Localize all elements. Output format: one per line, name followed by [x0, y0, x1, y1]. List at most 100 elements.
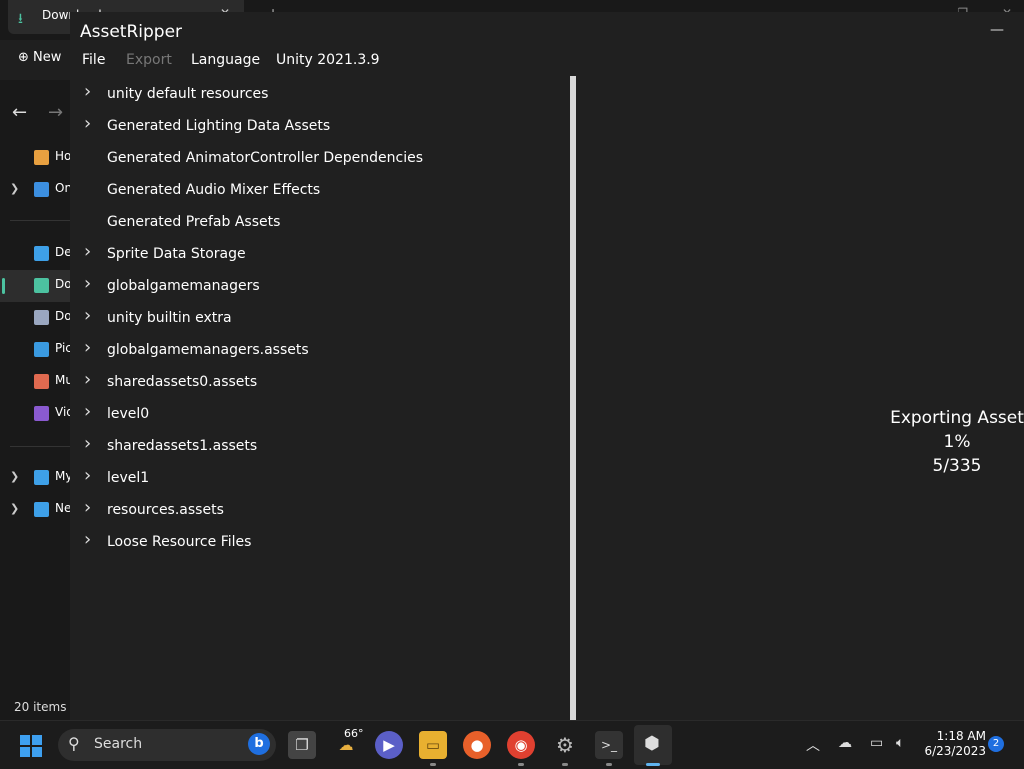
notification-badge[interactable]: 2: [988, 736, 1004, 752]
tree-item-label: resources.assets: [107, 502, 224, 518]
download-icon: [34, 278, 49, 293]
bing-icon[interactable]: b: [248, 733, 270, 755]
tree-item[interactable]: › sharedassets0.assets: [70, 368, 568, 400]
minimize-icon[interactable]: —: [990, 22, 1004, 38]
running-indicator: [562, 763, 568, 766]
teams-chat-icon[interactable]: ▶: [375, 731, 403, 759]
taskbar-search[interactable]: ⚲ Search b: [58, 729, 276, 761]
tree-item[interactable]: › globalgamemanagers.assets: [70, 336, 568, 368]
cloud-icon: [34, 182, 49, 197]
running-indicator: [518, 763, 524, 766]
progress-percent: 1%: [943, 432, 971, 452]
sidebar-item-onedrive[interactable]: ❯ OneDrive: [0, 174, 70, 206]
tree-item[interactable]: › globalgamemanagers: [70, 272, 568, 304]
sidebar-item-label: Music: [55, 373, 70, 387]
sidebar-item-music[interactable]: Music: [0, 366, 70, 398]
sidebar-item-label: Downloads: [55, 277, 70, 291]
sidebar-item-videos[interactable]: Videos: [0, 398, 70, 430]
windows-start-icon[interactable]: [20, 735, 42, 757]
chevron-right-icon[interactable]: ❯: [10, 502, 19, 515]
sidebar-item-documents[interactable]: Documents: [0, 302, 70, 334]
sidebar-item-label: Network: [55, 501, 70, 515]
folder-icon[interactable]: ▭: [419, 731, 447, 759]
chevron-right-icon[interactable]: ›: [84, 369, 91, 390]
sidebar-item-home[interactable]: Home: [0, 142, 70, 174]
network-icon: [34, 502, 49, 517]
tree-item[interactable]: › unity default resources: [70, 80, 568, 112]
chevron-right-icon[interactable]: ›: [84, 465, 91, 486]
menu-export[interactable]: Export: [126, 52, 172, 68]
picture-icon: [34, 342, 49, 357]
chevron-right-icon[interactable]: ›: [84, 241, 91, 262]
clock-time: 1:18 AM: [936, 729, 986, 743]
new-button-label: New: [33, 50, 62, 65]
nav-buttons: ← →: [0, 96, 70, 132]
tree-item[interactable]: › resources.assets: [70, 496, 568, 528]
sidebar-item-label: My PC: [55, 469, 70, 483]
tree-item[interactable]: › level1: [70, 464, 568, 496]
document-icon: [34, 310, 49, 325]
sidebar-item-desktop[interactable]: Desktop: [0, 238, 70, 270]
sidebar-item-label: OneDrive: [55, 181, 70, 195]
chevron-right-icon[interactable]: ›: [84, 273, 91, 294]
chevron-right-icon[interactable]: ›: [84, 497, 91, 518]
forward-icon[interactable]: →: [48, 102, 63, 123]
chevron-right-icon[interactable]: ❯: [10, 182, 19, 195]
tree-item-label: sharedassets1.assets: [107, 438, 258, 454]
tree-item[interactable]: › Loose Resource Files: [70, 528, 568, 560]
tree-item-label: globalgamemanagers: [107, 278, 260, 294]
sidebar-item-mypc[interactable]: ❯ My PC: [0, 462, 70, 494]
tree-item-label: level0: [107, 406, 150, 422]
tree-item[interactable]: › unity builtin extra: [70, 304, 568, 336]
tree-item-label: Generated Prefab Assets: [107, 214, 281, 230]
assetripper-taskbar-button[interactable]: ⬢: [634, 725, 672, 765]
tree-item[interactable]: Generated AnimatorController Dependencie…: [70, 144, 568, 176]
chevron-right-icon[interactable]: ❯: [10, 470, 19, 483]
onedrive-icon[interactable]: ☁: [838, 735, 852, 751]
back-icon[interactable]: ←: [12, 102, 27, 123]
chevron-right-icon[interactable]: ›: [84, 433, 91, 454]
menu-unity-version[interactable]: Unity 2021.3.9: [276, 52, 380, 68]
tree-item[interactable]: Generated Prefab Assets: [70, 208, 568, 240]
running-indicator: [430, 763, 436, 766]
chevron-right-icon[interactable]: ›: [84, 113, 91, 134]
tree-item-label: globalgamemanagers.assets: [107, 342, 309, 358]
chevron-right-icon[interactable]: ›: [84, 529, 91, 550]
chevron-right-icon[interactable]: ›: [84, 401, 91, 422]
chevron-right-icon[interactable]: ›: [84, 81, 91, 102]
chrome-icon[interactable]: ◉: [507, 731, 535, 759]
sidebar-item-label: Desktop: [55, 245, 70, 259]
video-icon: [34, 406, 49, 421]
clock-date: 6/23/2023: [924, 744, 986, 758]
computer-icon: [34, 470, 49, 485]
assetripper-window: AssetRipper — File Export Language Unity…: [70, 12, 1024, 720]
firefox-icon[interactable]: ●: [463, 731, 491, 759]
sidebar-item-label: Home: [55, 149, 70, 163]
tree-item-label: unity default resources: [107, 86, 269, 102]
chevron-up-icon[interactable]: ︿: [806, 735, 820, 755]
chevron-right-icon[interactable]: ›: [84, 305, 91, 326]
tree-item[interactable]: › Generated Lighting Data Assets: [70, 112, 568, 144]
terminal-icon[interactable]: >_: [595, 731, 623, 759]
chevron-right-icon[interactable]: ›: [84, 337, 91, 358]
tree-item[interactable]: › Sprite Data Storage: [70, 240, 568, 272]
menu-language[interactable]: Language: [191, 52, 260, 68]
system-clock[interactable]: 1:18 AM 6/23/2023: [916, 729, 986, 759]
new-button[interactable]: ⊕ New: [18, 50, 61, 65]
tree-item[interactable]: Generated Audio Mixer Effects: [70, 176, 568, 208]
sidebar-item-network[interactable]: ❯ Network: [0, 494, 70, 526]
pane-splitter[interactable]: [570, 76, 576, 720]
tree-item[interactable]: › level0: [70, 400, 568, 432]
volume-muted-icon[interactable]: 🔈︎: [896, 735, 904, 751]
menu-file[interactable]: File: [82, 52, 105, 68]
settings-icon[interactable]: ⚙: [551, 731, 579, 759]
asset-tree: › unity default resources › Generated Light…: [70, 80, 568, 720]
sidebar-item-downloads[interactable]: Downloads: [0, 270, 70, 302]
network-icon[interactable]: ▭: [870, 735, 883, 751]
tree-item-label: unity builtin extra: [107, 310, 232, 326]
tree-item[interactable]: › sharedassets1.assets: [70, 432, 568, 464]
sidebar-item-label: Videos: [55, 405, 70, 419]
task-view-icon[interactable]: ❐: [288, 731, 316, 759]
sidebar-item-pictures[interactable]: Pictures: [0, 334, 70, 366]
tree-item-label: Generated AnimatorController Dependencie…: [107, 150, 424, 166]
